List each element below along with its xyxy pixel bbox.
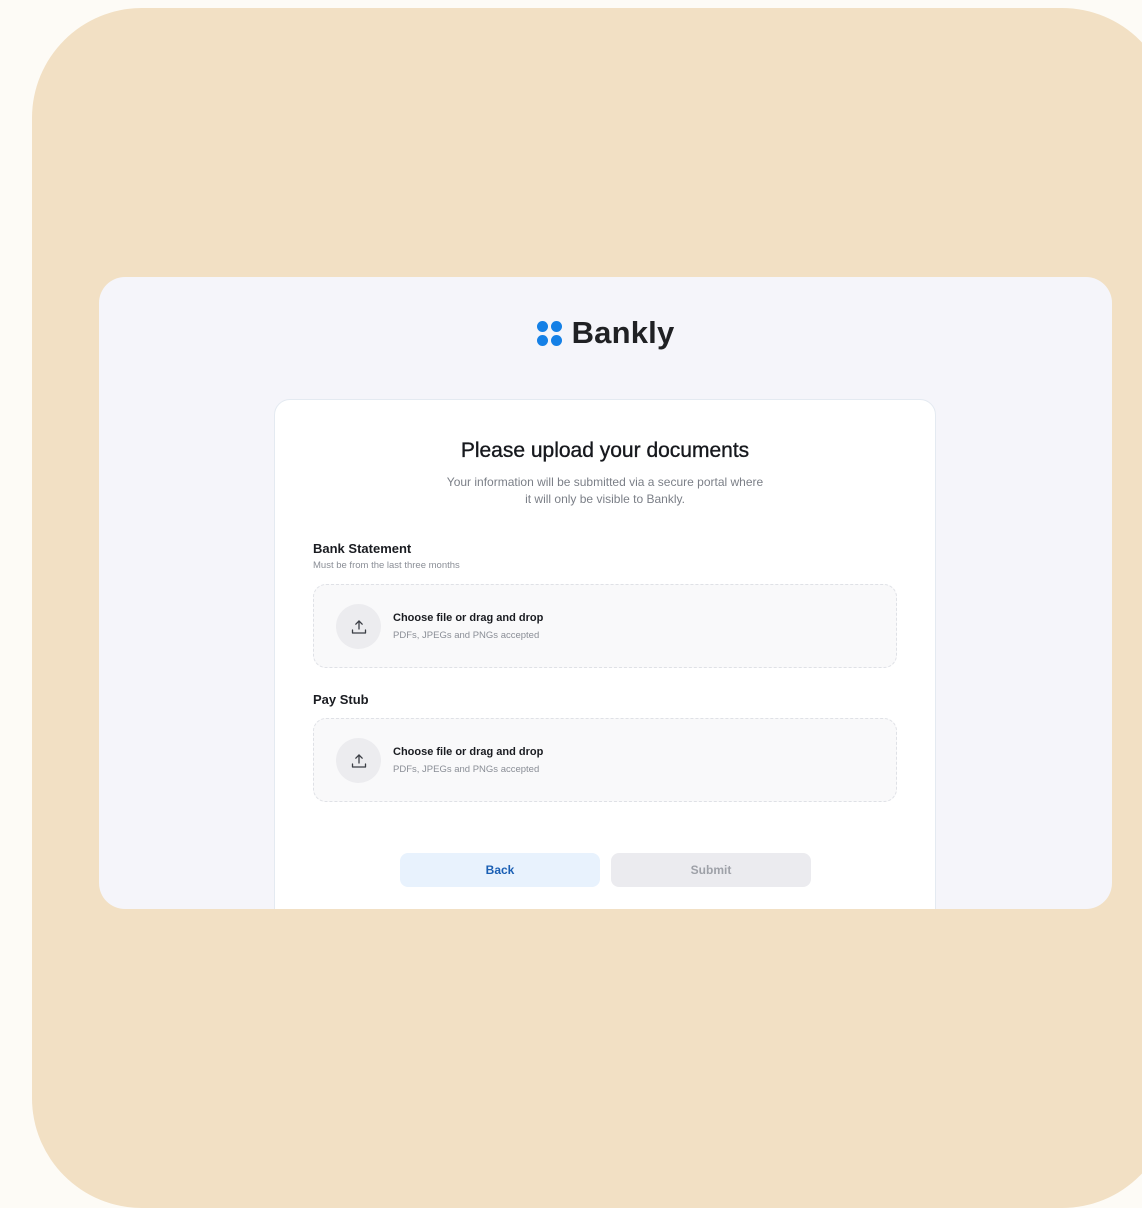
bank-statement-label: Bank Statement [313, 541, 412, 556]
pay-stub-dropzone[interactable]: Choose file or drag and drop PDFs, JPEGs… [313, 718, 897, 802]
app-window: Bankly Please upload your documents Your… [99, 277, 1112, 909]
dropzone-hint: PDFs, JPEGs and PNGs accepted [393, 630, 540, 641]
bank-statement-dropzone[interactable]: Choose file or drag and drop PDFs, JPEGs… [313, 584, 897, 668]
page-subtitle: Your information will be submitted via a… [446, 475, 764, 506]
page-title: Please upload your documents [460, 439, 750, 462]
bank-statement-hint: Must be from the last three months [313, 560, 460, 571]
back-button[interactable]: Back [400, 853, 600, 887]
dropzone-title: Choose file or drag and drop [393, 746, 544, 758]
submit-button[interactable]: Submit [611, 853, 811, 887]
upload-icon [336, 604, 381, 649]
pay-stub-label: Pay Stub [313, 692, 369, 707]
upload-icon [336, 738, 381, 783]
brand-name: Bankly [571, 315, 675, 350]
upload-card: Please upload your documents Your inform… [274, 399, 936, 909]
dropzone-hint: PDFs, JPEGs and PNGs accepted [393, 764, 540, 775]
four-dots-logo-icon [536, 320, 562, 346]
brand-header: Bankly [99, 315, 1112, 351]
dropzone-title: Choose file or drag and drop [393, 612, 544, 624]
